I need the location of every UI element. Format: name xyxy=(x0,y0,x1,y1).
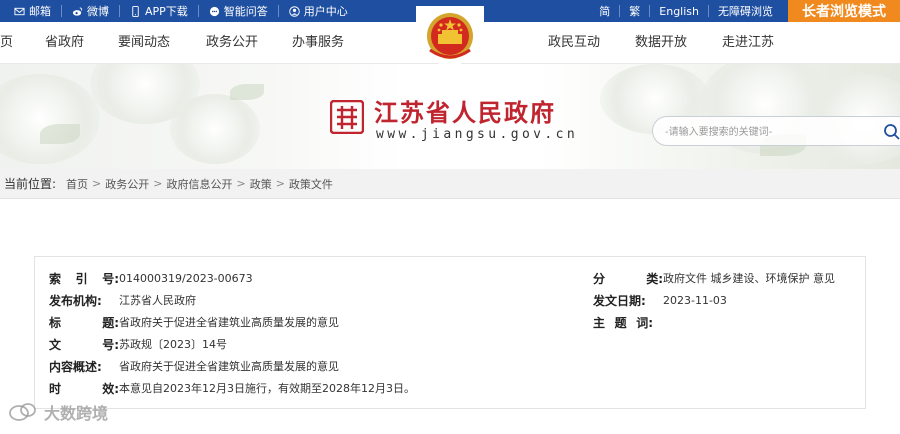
info-row-summary: 内容概述: 省政府关于促进全省建筑业高质量发展的意见 xyxy=(49,357,339,375)
info-key: 标题: xyxy=(49,315,119,330)
info-key: 发文日期: xyxy=(593,293,646,308)
info-value: 014000319/2023-00673 xyxy=(119,271,253,285)
search-box xyxy=(652,116,900,146)
info-key: 文号: xyxy=(49,337,119,352)
breadcrumb-label: 当前位置: xyxy=(4,177,57,191)
nav-item-about-jiangsu[interactable]: 走进江苏 xyxy=(722,22,774,64)
site-banner: 江苏省人民政府 www.jiangsu.gov.cn xyxy=(0,64,900,169)
national-emblem-icon xyxy=(416,6,484,70)
banner-leaf-decoration xyxy=(40,124,80,144)
watermark-logo-icon xyxy=(9,403,36,421)
user-center-label: 用户中心 xyxy=(303,5,348,18)
mail-label: 邮箱 xyxy=(29,5,51,18)
nav-item-home[interactable]: 页 xyxy=(0,22,13,64)
smart-qa-label: 智能问答 xyxy=(223,5,268,18)
breadcrumb-item-policy-docs[interactable]: 政策文件 xyxy=(289,176,333,192)
user-center-link[interactable]: 用户中心 xyxy=(279,5,358,18)
info-key: 分类: xyxy=(593,271,663,286)
breadcrumb-item-home[interactable]: 首页 xyxy=(66,176,88,192)
breadcrumb-item-gov-affairs[interactable]: 政务公开 xyxy=(105,176,149,192)
breadcrumb: 当前位置: 首页 > 政务公开 > 政府信息公开 > 政策 > 政策文件 xyxy=(0,169,900,199)
search-icon[interactable] xyxy=(883,123,900,141)
english-link[interactable]: English xyxy=(650,5,709,18)
app-download-link[interactable]: APP下载 xyxy=(120,5,199,18)
info-value: 2023-11-03 xyxy=(663,293,727,307)
info-row-index-number: 索引号: 014000319/2023-00673 xyxy=(49,269,253,287)
info-value: 江苏省人民政府 xyxy=(119,294,196,307)
weibo-icon xyxy=(72,6,83,16)
info-row-validity: 时效: 本意见自2023年12月3日施行，有效期至2028年12月3日。 xyxy=(49,379,415,397)
nav-item-province-gov[interactable]: 省政府 xyxy=(45,22,84,64)
phone-icon xyxy=(132,5,139,17)
app-download-label: APP下载 xyxy=(145,5,188,18)
site-url: www.jiangsu.gov.cn xyxy=(376,127,579,142)
breadcrumb-item-info-disclosure[interactable]: 政府信息公开 xyxy=(166,176,232,192)
nav-item-open-data[interactable]: 数据开放 xyxy=(635,22,687,64)
nav-item-news[interactable]: 要闻动态 xyxy=(118,22,170,64)
nav-item-services[interactable]: 办事服务 xyxy=(292,22,344,64)
breadcrumb-separator: > xyxy=(153,177,163,190)
elder-mode-button[interactable]: 长者浏览模式 xyxy=(788,0,900,22)
breadcrumb-separator: > xyxy=(275,177,285,190)
chat-icon xyxy=(209,6,219,16)
info-value: 省政府关于促进全省建筑业高质量发展的意见 xyxy=(119,360,339,373)
nav-item-gov-affairs[interactable]: 政务公开 xyxy=(206,22,258,64)
info-row-doc-number: 文号: 苏政规〔2023〕14号 xyxy=(49,335,227,353)
info-row-subject-words: 主题词: xyxy=(593,313,653,331)
user-icon xyxy=(289,5,300,17)
info-key: 时效: xyxy=(49,381,119,396)
mail-link[interactable]: 邮箱 xyxy=(4,5,62,18)
info-value: 政府文件 城乡建设、环境保护 意见 xyxy=(663,272,835,285)
info-row-issue-date: 发文日期: 2023-11-03 xyxy=(593,291,727,309)
banner-leaf-decoration xyxy=(230,84,264,100)
breadcrumb-separator: > xyxy=(236,177,246,190)
weibo-link[interactable]: 微博 xyxy=(62,5,120,18)
nav-item-interaction[interactable]: 政民互动 xyxy=(548,22,600,64)
watermark: 大数跨境 xyxy=(8,400,108,424)
accessibility-link[interactable]: 无障碍浏览 xyxy=(709,5,782,18)
info-value: 本意见自2023年12月3日施行，有效期至2028年12月3日。 xyxy=(119,382,415,395)
document-info-panel: 索引号: 014000319/2023-00673 发布机构: 江苏省人民政府 … xyxy=(34,256,866,409)
info-value: 省政府关于促进全省建筑业高质量发展的意见 xyxy=(119,316,339,329)
info-key: 发布机构: xyxy=(49,293,102,308)
breadcrumb-separator: > xyxy=(92,177,102,190)
site-logo-icon xyxy=(330,100,364,134)
weibo-label: 微博 xyxy=(87,5,109,18)
simplified-chinese-link[interactable]: 简 xyxy=(590,5,621,18)
site-title: 江苏省人民政府 xyxy=(374,98,556,127)
info-key: 主题词: xyxy=(593,315,653,330)
info-key: 索引号: xyxy=(49,271,119,286)
info-row-category: 分类: 政府文件 城乡建设、环境保护 意见 xyxy=(593,269,835,287)
smart-qa-link[interactable]: 智能问答 xyxy=(199,5,279,18)
info-value: 苏政规〔2023〕14号 xyxy=(119,338,227,351)
info-key: 内容概述: xyxy=(49,359,102,374)
info-row-publisher: 发布机构: 江苏省人民政府 xyxy=(49,291,196,309)
traditional-chinese-link[interactable]: 繁 xyxy=(620,5,651,18)
banner-flower-decoration xyxy=(0,74,100,164)
breadcrumb-item-policy[interactable]: 政策 xyxy=(250,176,272,192)
watermark-text: 大数跨境 xyxy=(44,404,109,423)
search-input[interactable] xyxy=(665,123,875,141)
info-row-title: 标题: 省政府关于促进全省建筑业高质量发展的意见 xyxy=(49,313,339,331)
mail-icon xyxy=(14,7,25,15)
banner-flower-decoration xyxy=(170,94,260,164)
